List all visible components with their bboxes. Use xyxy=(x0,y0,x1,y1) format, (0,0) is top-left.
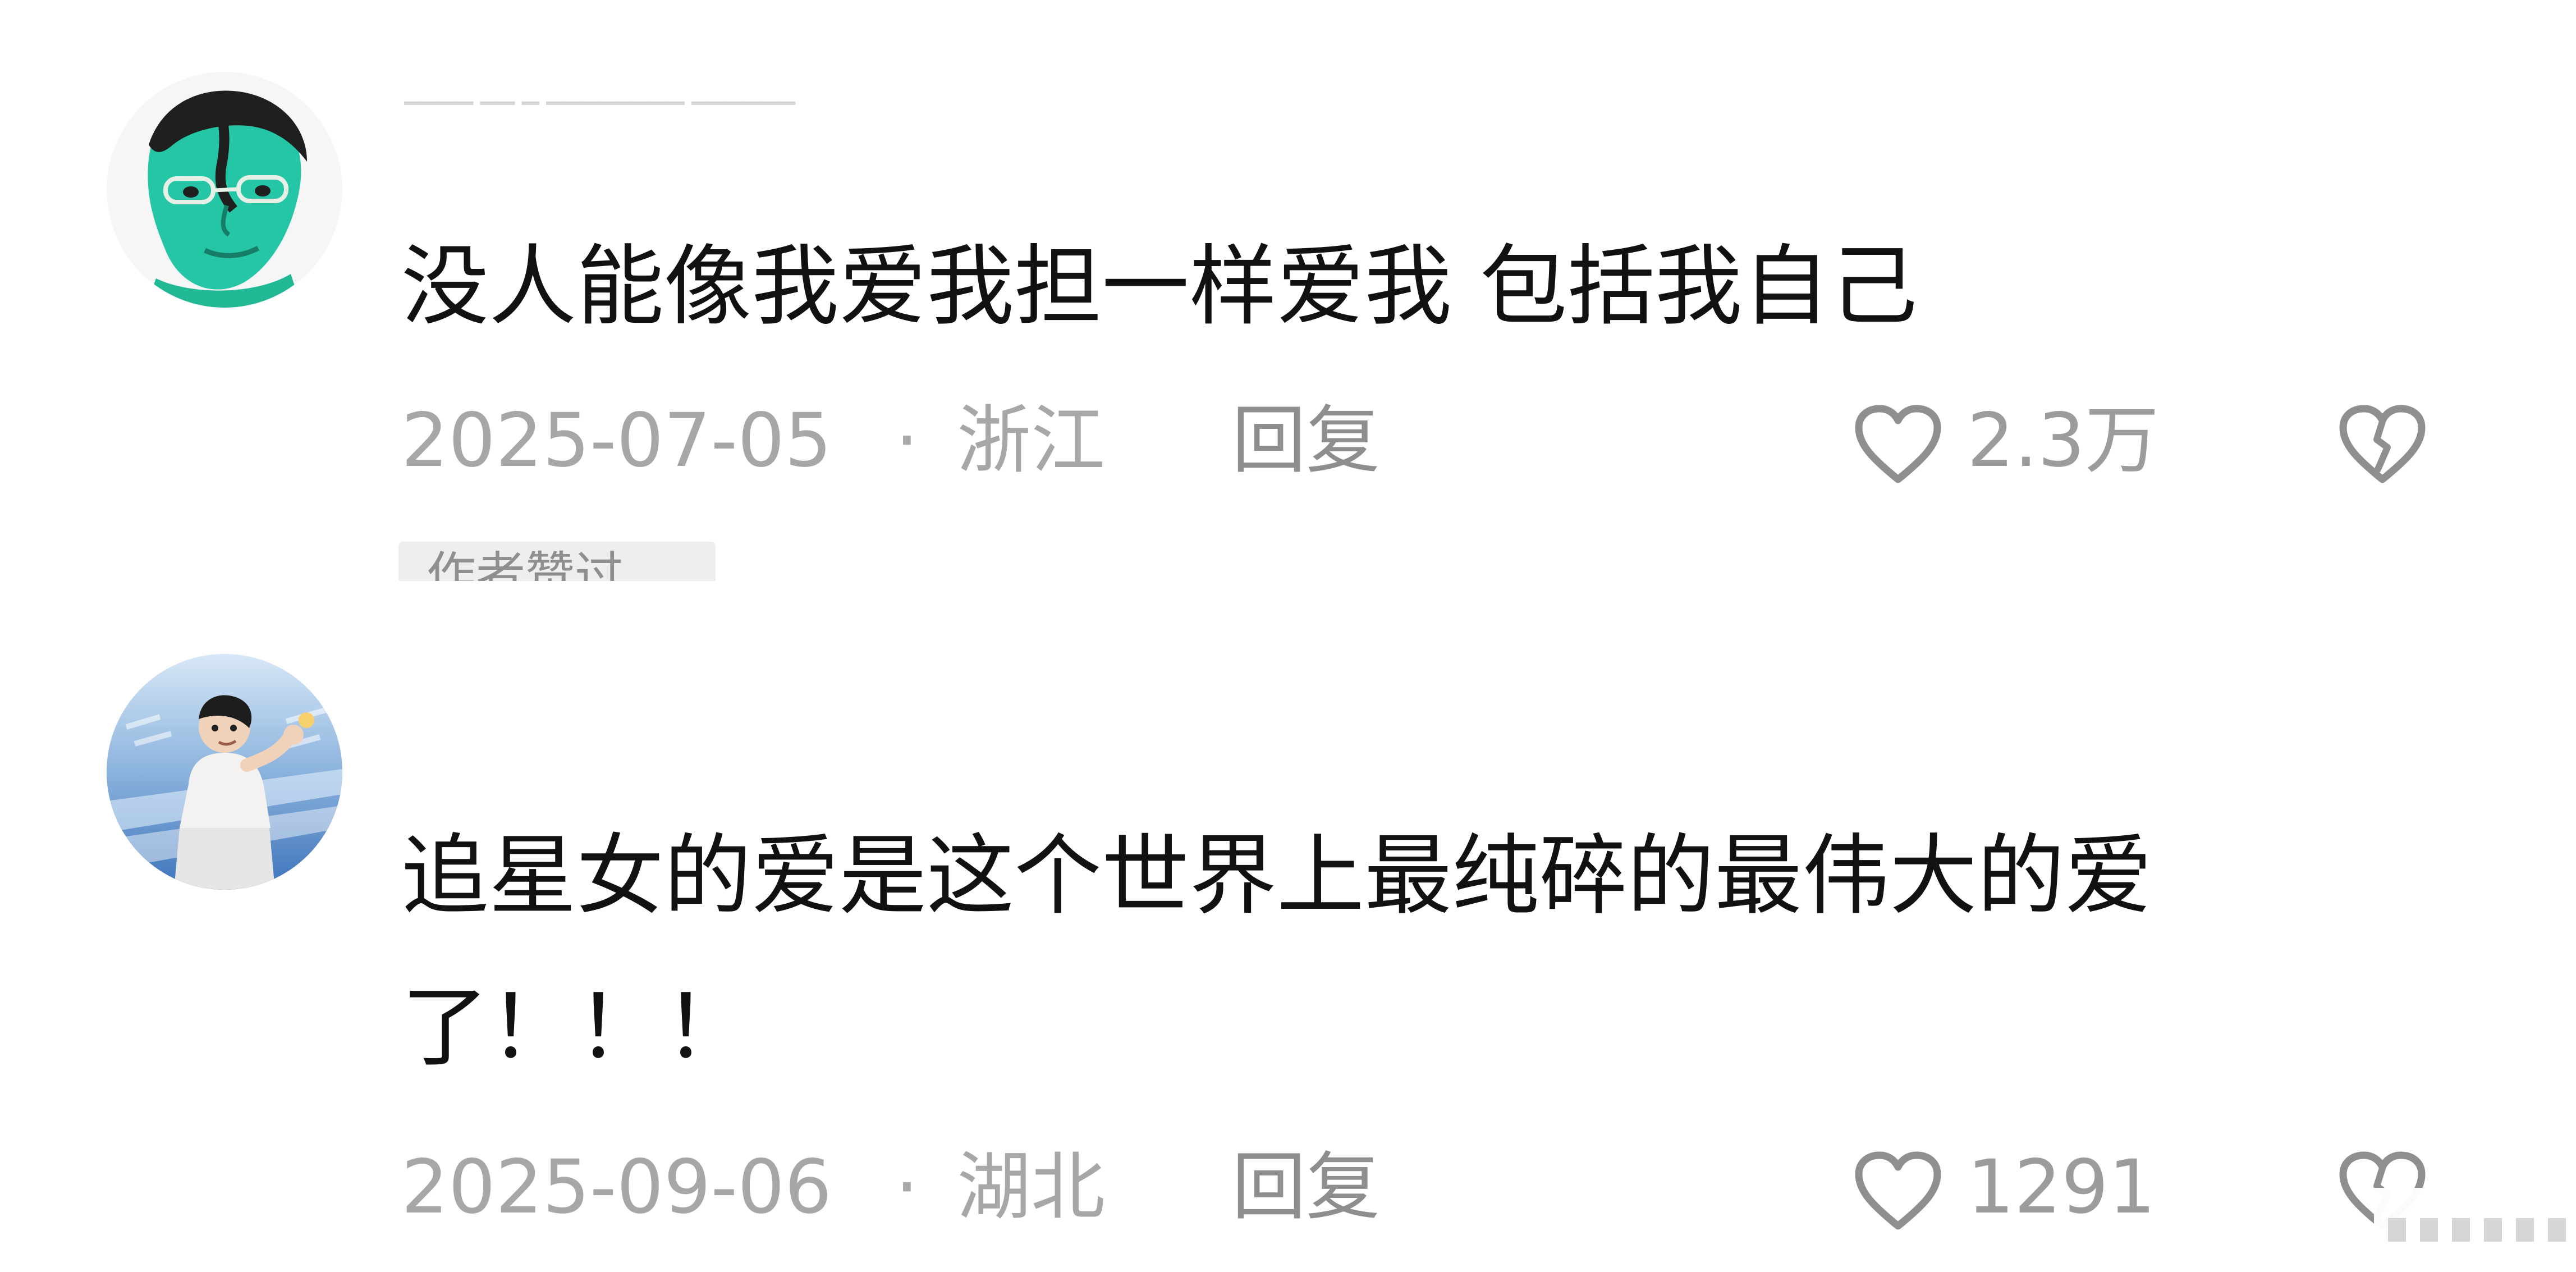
watermark-overlay xyxy=(2374,1188,2576,1272)
comment-meta: 2025-09-06 · 湖北 回复 1291 xyxy=(401,1144,2450,1230)
heart-outline-icon[interactable] xyxy=(1850,403,1946,487)
comment-text: 没人能像我爱我担一样爱我 包括我自己 xyxy=(401,235,1918,337)
watermark-mark xyxy=(2388,1218,2406,1242)
watermark-mark xyxy=(2420,1218,2438,1242)
hidden-username-row: ▁▁▁▁ ▁▁ ▁ ▁▁▁▁▁▁▁▁ ▁▁▁▁▁▁ xyxy=(404,79,795,105)
comment-location: 湖北 xyxy=(957,1144,1105,1230)
watermark-mark xyxy=(2452,1218,2470,1242)
profile-avatar-cartoon-icon xyxy=(107,72,342,308)
broken-heart-icon[interactable] xyxy=(2335,403,2430,487)
avatar[interactable] xyxy=(107,72,342,308)
watermark-mark xyxy=(2548,1218,2566,1242)
reply-button[interactable]: 回复 xyxy=(1232,399,1380,483)
watermark-mark xyxy=(2516,1218,2534,1242)
like-count: 2.3万 xyxy=(1967,397,2159,484)
comment-date: 2025-07-05 xyxy=(401,397,832,484)
meta-separator: · xyxy=(895,1144,919,1230)
reply-button[interactable]: 回复 xyxy=(1232,1145,1380,1229)
comment-location: 浙江 xyxy=(957,397,1105,484)
comment-text-line-1: 追星女的爱是这个世界上最纯碎的最伟大的爱 xyxy=(401,825,2152,927)
meta-separator: · xyxy=(895,397,919,484)
comment-date: 2025-09-06 xyxy=(401,1144,832,1230)
profile-avatar-photo-icon xyxy=(107,654,342,890)
heart-outline-icon[interactable] xyxy=(1850,1150,1946,1234)
like-count: 1291 xyxy=(1967,1144,2156,1230)
author-liked-tag: 作者赞过 xyxy=(398,542,716,581)
comment-text-line-2: 了！！！ xyxy=(401,976,751,1078)
watermark-mark xyxy=(2484,1218,2502,1242)
comment-meta: 2025-07-05 · 浙江 回复 2.3万 xyxy=(401,399,2450,483)
avatar[interactable] xyxy=(107,654,342,890)
